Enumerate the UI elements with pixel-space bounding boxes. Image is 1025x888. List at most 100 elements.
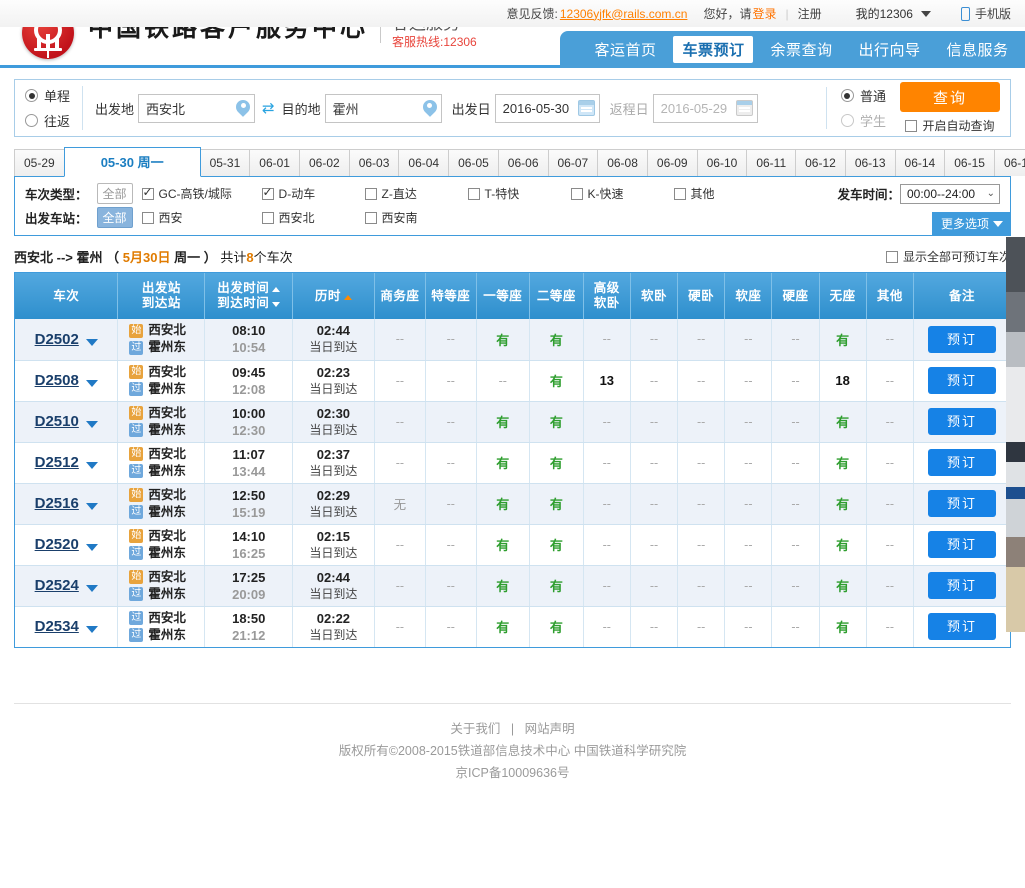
date-tab-06-05[interactable]: 06-05	[448, 149, 499, 176]
train-type-all-button[interactable]: 全部	[97, 183, 133, 204]
filter-z[interactable]: Z-直达	[365, 185, 460, 202]
expand-train-icon[interactable]	[86, 544, 98, 551]
book-button[interactable]: 预订	[928, 613, 996, 640]
train-no-link[interactable]: D2520	[35, 536, 79, 553]
train-no-link[interactable]: D2510	[35, 413, 79, 430]
expand-train-icon[interactable]	[86, 503, 98, 510]
location-pin-icon[interactable]	[423, 100, 437, 117]
filter-station-xianbei[interactable]: 西安北	[262, 209, 357, 226]
nav-item-info-service[interactable]: 信息服务	[938, 36, 1018, 63]
book-button[interactable]: 预订	[928, 449, 996, 476]
cell-duration: 02:22当日到达	[293, 606, 374, 647]
filter-station-xian[interactable]: 西安	[142, 209, 254, 226]
expand-train-icon[interactable]	[86, 626, 98, 633]
register-link[interactable]: 注册	[798, 5, 822, 22]
expand-train-icon[interactable]	[86, 462, 98, 469]
expand-train-icon[interactable]	[86, 380, 98, 387]
date-tab-06-13[interactable]: 06-13	[845, 149, 896, 176]
radio-roundtrip[interactable]: 往返	[25, 111, 70, 130]
login-link[interactable]: 登录	[752, 5, 776, 22]
depart-time-select[interactable]: 00:00--24:00 ⌄	[900, 184, 1000, 204]
col-duration[interactable]: 历时	[293, 273, 374, 319]
seat-availability: 有	[836, 456, 849, 471]
date-tab-05-29[interactable]: 05-29	[14, 149, 65, 176]
radio-normal-label: 普通	[860, 86, 886, 105]
arrive-station: 霍州东	[148, 504, 186, 521]
book-button[interactable]: 预订	[928, 326, 996, 353]
book-button[interactable]: 预订	[928, 490, 996, 517]
date-tab-05-31[interactable]: 05-31	[200, 149, 251, 176]
date-tab-06-09[interactable]: 06-09	[647, 149, 698, 176]
depart-badge-icon: 始	[129, 324, 143, 338]
date-tab-06-01[interactable]: 06-01	[249, 149, 300, 176]
col-train-no[interactable]: 车次	[15, 273, 118, 319]
location-pin-icon[interactable]	[236, 100, 250, 117]
nav-item-home[interactable]: 客运首页	[585, 36, 665, 63]
feedback-email-link[interactable]: 12306yjfk@rails.com.cn	[560, 7, 688, 21]
col-times[interactable]: 出发时间 到达时间	[205, 273, 293, 319]
show-all-bookable-checkbox[interactable]: 显示全部可预订车次	[886, 248, 1011, 265]
swap-stations-icon[interactable]: ⇄	[262, 101, 275, 116]
train-no-link[interactable]: D2502	[35, 331, 79, 348]
train-no-link[interactable]: D2512	[35, 454, 79, 471]
radio-student-passenger[interactable]: 学生	[841, 111, 886, 130]
cell-stations: 始西安北过霍州东	[118, 360, 205, 401]
seat-availability: --	[603, 456, 611, 470]
nav-item-travel-guide[interactable]: 出行向导	[850, 36, 930, 63]
depart-date-input[interactable]: 2016-05-30	[495, 94, 600, 123]
nav-item-ticket-query[interactable]: 余票查询	[761, 36, 841, 63]
nav-item-ticket-booking[interactable]: 车票预订	[673, 36, 753, 63]
from-station-input[interactable]: 西安北	[138, 94, 255, 123]
train-no-link[interactable]: D2508	[35, 372, 79, 389]
station-all-button[interactable]: 全部	[97, 207, 133, 228]
book-button[interactable]: 预订	[928, 531, 996, 558]
book-button[interactable]: 预订	[928, 408, 996, 435]
seat-availability: --	[886, 456, 894, 470]
query-button[interactable]: 查询	[900, 82, 1000, 112]
date-tab-06-06[interactable]: 06-06	[498, 149, 549, 176]
calendar-icon[interactable]	[736, 100, 753, 116]
seat-availability: --	[603, 415, 611, 429]
date-tab-06-02[interactable]: 06-02	[299, 149, 350, 176]
radio-normal-passenger[interactable]: 普通	[841, 86, 886, 105]
return-date-input[interactable]: 2016-05-29	[653, 94, 758, 123]
date-tab-06-14[interactable]: 06-14	[895, 149, 946, 176]
book-button[interactable]: 预订	[928, 572, 996, 599]
more-options-button[interactable]: 更多选项	[932, 212, 1010, 235]
about-us-link[interactable]: 关于我们	[450, 722, 500, 736]
seat-availability: --	[396, 456, 404, 470]
radio-oneway[interactable]: 单程	[25, 86, 70, 105]
date-tab-06-16[interactable]: 06-16	[994, 149, 1025, 176]
site-statement-link[interactable]: 网站声明	[525, 722, 575, 736]
train-no-link[interactable]: D2524	[35, 577, 79, 594]
date-tab-06-03[interactable]: 06-03	[349, 149, 400, 176]
date-tab-06-10[interactable]: 06-10	[697, 149, 748, 176]
date-tab-06-11[interactable]: 06-11	[746, 149, 796, 176]
train-no-link[interactable]: D2534	[35, 618, 79, 635]
book-button[interactable]: 预订	[928, 367, 996, 394]
date-tab-06-07[interactable]: 06-07	[548, 149, 599, 176]
date-tab-06-08[interactable]: 06-08	[597, 149, 648, 176]
expand-train-icon[interactable]	[86, 421, 98, 428]
date-tab-06-12[interactable]: 06-12	[795, 149, 846, 176]
filter-other[interactable]: 其他	[674, 185, 715, 202]
filter-station-xiannan[interactable]: 西安南	[365, 209, 418, 226]
mobile-version-link[interactable]: 手机版	[961, 5, 1011, 22]
my12306-menu[interactable]: 我的12306	[856, 5, 931, 22]
train-no-link[interactable]: D2516	[35, 495, 79, 512]
filter-t[interactable]: T-特快	[468, 185, 563, 202]
filter-k[interactable]: K-快速	[571, 185, 666, 202]
date-tab-05-30[interactable]: 05-30 周一	[64, 147, 201, 177]
seat-availability: --	[697, 374, 705, 388]
date-tab-06-15[interactable]: 06-15	[944, 149, 995, 176]
date-tab-06-04[interactable]: 06-04	[398, 149, 449, 176]
expand-train-icon[interactable]	[86, 339, 98, 346]
auto-query-checkbox[interactable]: 开启自动查询	[905, 117, 994, 134]
filter-d[interactable]: D-动车	[262, 185, 357, 202]
calendar-icon[interactable]	[578, 100, 595, 116]
expand-train-icon[interactable]	[86, 585, 98, 592]
cell-business-seat: --	[374, 606, 425, 647]
seat-availability: 有	[836, 497, 849, 512]
filter-gc[interactable]: GC-高铁/城际	[142, 185, 254, 202]
to-station-input[interactable]: 霍州	[325, 94, 442, 123]
